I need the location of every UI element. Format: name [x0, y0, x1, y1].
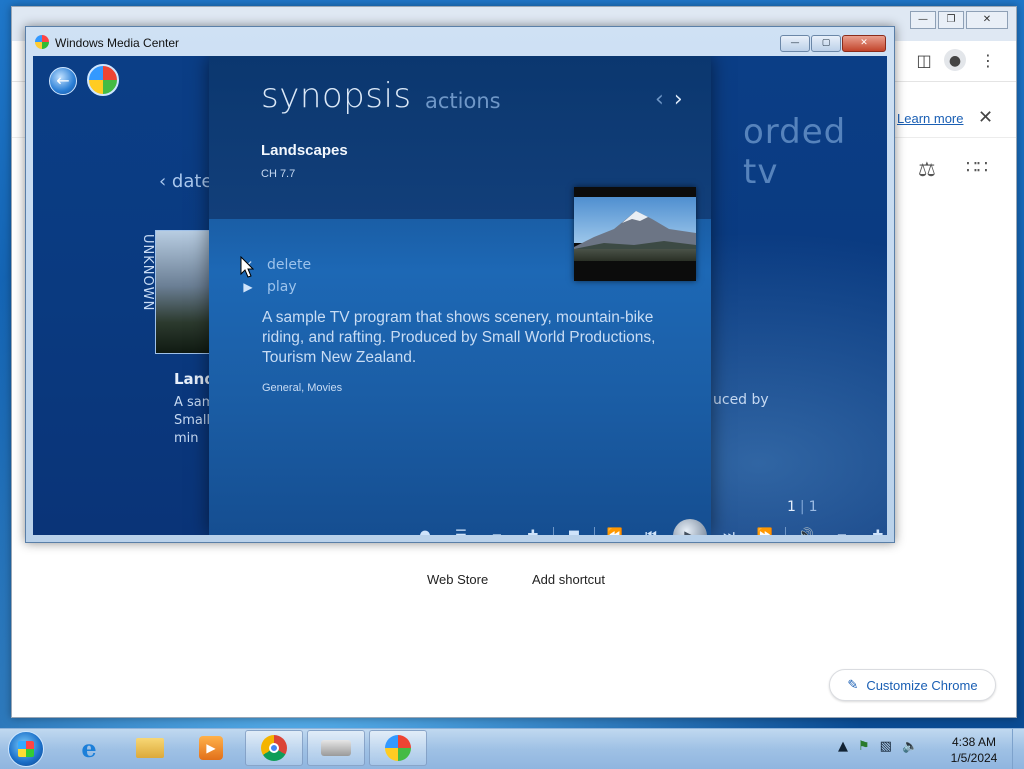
skip-back-icon[interactable]: ⏮ — [633, 521, 669, 535]
record-icon[interactable]: ● — [407, 521, 443, 535]
action-delete-label: delete — [267, 257, 312, 273]
media-center-titlebar[interactable]: Windows Media Center — ▢ ✕ — [26, 27, 894, 55]
channel-up-icon[interactable]: ✚ — [515, 521, 551, 535]
volume-down-icon[interactable]: − — [824, 521, 860, 535]
action-play[interactable]: ▶ play — [241, 279, 297, 295]
media-center-start-icon[interactable] — [87, 64, 119, 96]
media-center-icon[interactable] — [369, 730, 427, 766]
panel-nav-arrows: ‹› — [655, 87, 693, 112]
side-panel-icon[interactable]: ◫ — [912, 49, 936, 73]
chrome-close-button[interactable]: ✕ — [966, 11, 1008, 29]
recording-thumbnail[interactable] — [155, 230, 215, 354]
chrome-minimize-button[interactable]: — — [910, 11, 936, 29]
show-desktop-button[interactable] — [1012, 729, 1024, 769]
channel-down-icon[interactable]: − — [479, 521, 515, 535]
system-clock[interactable]: 4:38 AM 1/5/2024 — [944, 734, 1004, 766]
tile-web-store[interactable]: Web Store — [427, 572, 488, 587]
start-button[interactable] — [8, 731, 44, 767]
guide-list-icon[interactable]: ☰ — [443, 521, 479, 535]
window-title: Windows Media Center — [55, 36, 180, 50]
media-player-icon[interactable]: ▶ — [182, 730, 240, 766]
rewind-icon[interactable]: ⏪ — [597, 521, 633, 535]
pencil-icon: ✎ — [847, 677, 859, 692]
tab-actions[interactable]: actions — [425, 89, 501, 113]
next-arrow-icon[interactable]: › — [674, 87, 693, 112]
synopsis-panel: synopsis actions ‹› Landscapes CH 7.7 ✕ … — [209, 56, 711, 535]
network-icon[interactable]: ▧ — [880, 739, 892, 754]
skip-forward-icon[interactable]: ⏭ — [711, 521, 747, 535]
action-play-label: play — [267, 279, 297, 295]
media-center-logo-icon — [35, 35, 49, 49]
learn-more-link[interactable]: Learn more — [897, 111, 963, 126]
chrome-menu-icon[interactable]: ⋮ — [976, 49, 1000, 73]
tile-add-shortcut[interactable]: Add shortcut — [532, 572, 605, 587]
infobar-close-icon[interactable]: ✕ — [978, 107, 993, 128]
chrome-icon[interactable] — [245, 730, 303, 766]
customize-chrome-button[interactable]: ✎ Customize Chrome — [829, 669, 996, 701]
unknown-group-label: UNKNOWN — [140, 234, 155, 312]
internet-explorer-icon[interactable]: e — [60, 730, 118, 766]
tab-synopsis[interactable]: synopsis — [261, 76, 412, 116]
background-description-fragment: uced by — [713, 392, 769, 408]
action-center-icon[interactable]: ⚑ — [858, 739, 870, 754]
apps-grid-icon[interactable]: ∷∷ — [966, 157, 988, 178]
recorded-tv-heading: orded tv — [743, 112, 847, 192]
date-nav[interactable]: ‹ date — [159, 171, 213, 192]
system-tray: ▲ ⚑ ▧ 🔈 — [838, 739, 918, 754]
fast-forward-icon[interactable]: ⏩ — [747, 521, 783, 535]
prev-arrow-icon[interactable]: ‹ — [655, 87, 674, 112]
wmc-close-button[interactable]: ✕ — [842, 35, 886, 52]
customize-chrome-label: Customize Chrome — [866, 677, 978, 693]
play-icon: ▶ — [243, 280, 253, 294]
program-title: Landscapes — [261, 142, 348, 159]
stop-icon[interactable]: ■ — [556, 521, 592, 535]
labs-flask-icon[interactable]: ⚖ — [918, 157, 936, 181]
page-indicator: 1 | 1 — [787, 499, 818, 515]
play-pause-icon[interactable]: ▶ — [673, 519, 707, 535]
file-explorer-icon[interactable] — [121, 730, 179, 766]
synopsis-text: A sample TV program that shows scenery, … — [262, 309, 656, 366]
taskbar: e ▶ ▲ ⚑ ▧ 🔈 4:38 AM 1/5/2024 — [0, 728, 1024, 769]
program-thumbnail — [574, 187, 696, 281]
media-center-window: Windows Media Center — ▢ ✕ ← ‹ date UNKN… — [25, 26, 895, 543]
media-center-content: ← ‹ date UNKNOWN Land A sam Small 1 min … — [33, 56, 887, 535]
clock-date: 1/5/2024 — [950, 751, 998, 765]
clock-time: 4:38 AM — [951, 735, 997, 749]
back-arrow-icon[interactable]: ← — [49, 67, 77, 95]
transport-controls: ● ☰ − ✚ ■ ⏪ ⏮ ▶ ⏭ ⏩ 🔊 − ✚ — [407, 519, 887, 535]
profile-avatar-icon[interactable]: ● — [944, 49, 966, 71]
program-genres: General, Movies — [262, 382, 343, 394]
page-current: 1 — [787, 499, 796, 515]
scanner-icon[interactable] — [307, 730, 365, 766]
program-channel: CH 7.7 — [261, 168, 296, 180]
date-nav-label: date — [171, 171, 213, 192]
volume-muted-icon[interactable]: 🔈 — [902, 739, 918, 754]
windows-flag-icon — [18, 741, 34, 757]
volume-icon[interactable]: 🔊 — [788, 521, 824, 535]
mouse-cursor-icon — [240, 256, 254, 278]
volume-up-icon[interactable]: ✚ — [860, 521, 887, 535]
chrome-restore-button[interactable]: ❐ — [938, 11, 964, 29]
wmc-minimize-button[interactable]: — — [780, 35, 810, 52]
wmc-maximize-button[interactable]: ▢ — [811, 35, 841, 52]
show-hidden-icons-icon[interactable]: ▲ — [838, 739, 848, 754]
page-total: 1 — [808, 499, 818, 515]
